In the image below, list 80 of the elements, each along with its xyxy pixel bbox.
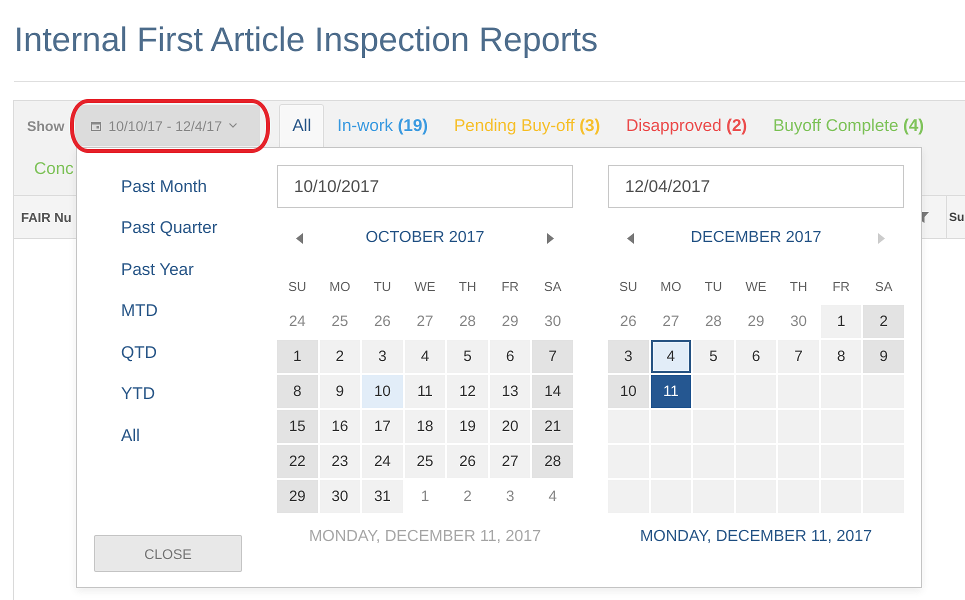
day-cell[interactable]: 27: [490, 445, 530, 478]
day-cell[interactable]: 26: [447, 445, 488, 478]
weekday-label: WE: [414, 278, 436, 294]
day-cell[interactable]: 12: [447, 375, 488, 408]
weekday-label: TH: [458, 278, 476, 294]
weekday-label: TH: [790, 278, 808, 294]
day-cell[interactable]: 4: [404, 340, 446, 373]
show-label: Show: [27, 118, 64, 134]
day-cell[interactable]: 3: [608, 340, 649, 373]
day-cell[interactable]: 5: [447, 340, 488, 373]
day-cell[interactable]: 13: [490, 375, 530, 408]
day-cell[interactable]: 11: [650, 375, 692, 408]
calendar-icon: [91, 120, 102, 130]
preset-option[interactable]: QTD: [121, 332, 157, 374]
day-cell[interactable]: 21: [532, 410, 573, 443]
close-button[interactable]: CLOSE: [94, 535, 242, 572]
preset-option[interactable]: Past Year: [121, 249, 194, 290]
weekday-label: TU: [704, 278, 722, 294]
selected-date-label: MONDAY, DECEMBER 11, 2017: [640, 528, 872, 546]
day-cell[interactable]: 11: [404, 375, 446, 408]
date-field[interactable]: 12/04/2017: [608, 165, 904, 208]
preset-option[interactable]: MTD: [121, 290, 158, 332]
day-cell[interactable]: 24: [362, 445, 403, 478]
preset-option[interactable]: Past Quarter: [121, 208, 218, 249]
status-tab[interactable]: All: [279, 104, 324, 147]
day-cell[interactable]: 20: [490, 410, 530, 443]
day-cell[interactable]: 25: [404, 445, 446, 478]
weekday-label: FR: [501, 278, 519, 294]
day-cell[interactable]: 29: [277, 480, 318, 513]
day-cell[interactable]: 9: [320, 375, 360, 408]
weekday-label: WE: [746, 278, 766, 294]
day-cell[interactable]: 4: [650, 340, 692, 373]
month-title: OCTOBER 2017: [366, 229, 484, 247]
day-cell[interactable]: 30: [320, 480, 360, 513]
day-cell[interactable]: 7: [532, 340, 573, 373]
page-title: Internal First Article Inspection Reports: [14, 21, 598, 59]
day-cell[interactable]: 1: [820, 305, 862, 338]
triangle-left-icon[interactable]: [296, 232, 303, 244]
day-cell[interactable]: 19: [447, 410, 488, 443]
weekday-label: MO: [660, 278, 682, 294]
day-cell[interactable]: 23: [320, 445, 360, 478]
day-cell[interactable]: 10: [362, 375, 403, 408]
chevron-down-icon: [229, 123, 237, 128]
day-cell[interactable]: 31: [362, 480, 403, 513]
day-cell[interactable]: 9: [863, 340, 904, 373]
month-title: DECEMBER 2017: [690, 229, 822, 247]
day-cell[interactable]: 2: [320, 340, 360, 373]
weekday-label: SU: [619, 278, 638, 294]
day-cell[interactable]: 6: [736, 340, 776, 373]
triangle-left-icon[interactable]: [627, 232, 634, 244]
day-cell[interactable]: 6: [490, 340, 530, 373]
triangle-right-icon[interactable]: [547, 232, 554, 244]
day-cell[interactable]: 7: [778, 340, 819, 373]
date-field[interactable]: 10/10/2017: [277, 165, 573, 208]
day-cell[interactable]: 3: [362, 340, 403, 373]
day-cell[interactable]: 18: [404, 410, 446, 443]
day-cell[interactable]: 16: [320, 410, 360, 443]
weekday-label: SU: [288, 278, 306, 294]
preset-option[interactable]: All: [121, 415, 140, 456]
day-cell[interactable]: 14: [532, 375, 573, 408]
column-header[interactable]: FAIR Nu: [14, 210, 72, 224]
weekday-label: SA: [544, 278, 562, 294]
day-cell[interactable]: 22: [277, 445, 318, 478]
preset-option[interactable]: YTD: [121, 374, 155, 415]
day-cell[interactable]: 1: [277, 340, 318, 373]
day-cell[interactable]: 8: [820, 340, 862, 373]
day-cell[interactable]: 17: [362, 410, 403, 443]
day-cell[interactable]: 8: [277, 375, 318, 408]
preset-option[interactable]: Past Month: [121, 166, 207, 208]
day-cell[interactable]: 15: [277, 410, 318, 443]
column-header[interactable]: Su: [946, 196, 965, 238]
weekday-label: MO: [329, 278, 350, 294]
day-cell[interactable]: 5: [693, 340, 734, 373]
day-cell[interactable]: 2: [863, 305, 904, 338]
weekday-label: SA: [875, 278, 892, 294]
day-cell[interactable]: 28: [532, 445, 573, 478]
selected-date-label: MONDAY, DECEMBER 11, 2017: [308, 528, 542, 546]
weekday-label: FR: [832, 278, 850, 294]
day-cell[interactable]: 10: [608, 375, 649, 408]
weekday-label: TU: [374, 278, 392, 294]
